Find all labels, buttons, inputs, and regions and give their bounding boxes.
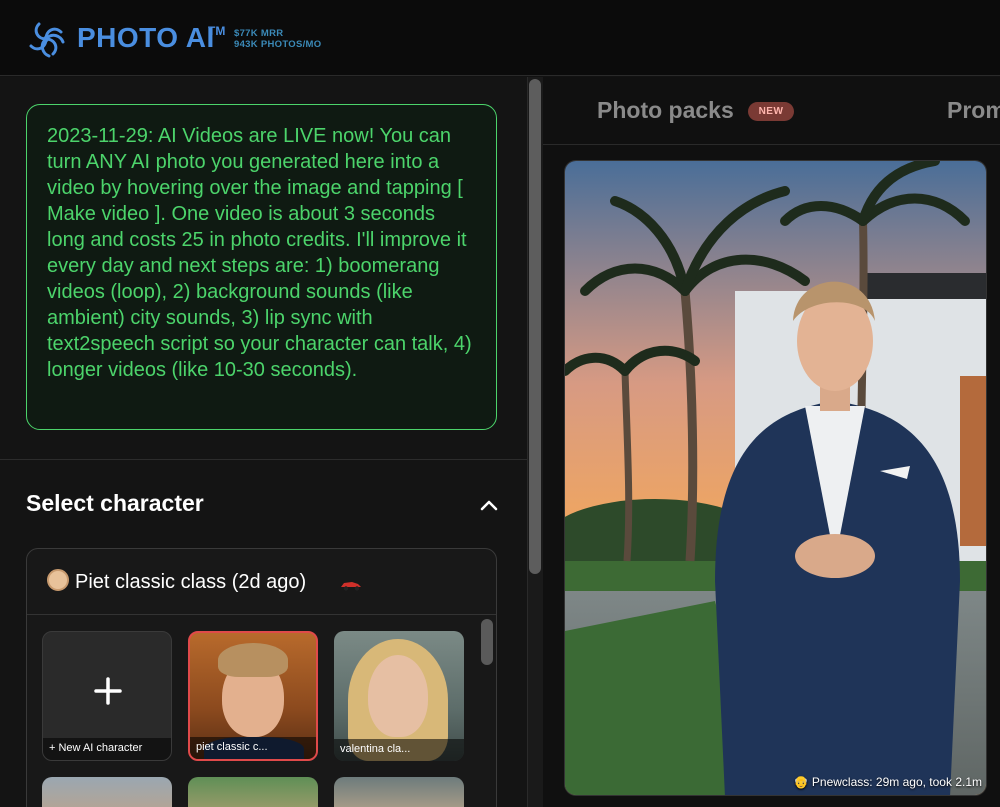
character-label: piet classic c... [190,737,316,759]
character-label: valentina cla... [334,739,464,761]
hair-shape [218,643,288,677]
character-tile[interactable] [42,777,172,807]
stats-block: $77K MRR 943K PHOTOS/MO [234,28,321,50]
new-character-tile[interactable]: + New AI character [42,631,172,761]
tab-prompts[interactable]: Prom [947,97,1000,124]
current-character-name: Piet classic class (2d ago) [75,571,307,593]
photo-caption: 👴 Pnewclass: 29m ago, took 2.1m [793,775,982,789]
spiral-logo-icon[interactable] [25,18,67,60]
chevron-up-icon[interactable] [478,494,500,516]
person-emoji-icon [47,569,69,591]
new-character-label: + New AI character [43,738,171,760]
section-divider [0,459,527,460]
plus-icon [94,677,122,705]
photos-stat: 943K PHOTOS/MO [234,39,322,50]
character-tile[interactable] [188,777,318,807]
left-panel: 2023-11-29: AI Videos are LIVE now! You … [0,77,527,807]
generated-photo[interactable]: 👴 Pnewclass: 29m ago, took 2.1m [564,160,987,796]
character-picker: Piet classic class (2d ago) + New AI cha… [26,548,497,807]
select-character-title: Select character [26,490,204,516]
character-tile[interactable] [334,777,464,807]
tab-bar: Photo packs NEW Prom [543,77,1000,145]
portrait-image [368,655,428,737]
character-tile-piet[interactable]: piet classic c... [188,631,318,761]
app-header: PHOTO AI TM $77K MRR 943K PHOTOS/MO [0,0,1000,76]
mrr-stat: $77K MRR [234,28,284,39]
announcement-box: 2023-11-29: AI Videos are LIVE now! You … [26,104,497,430]
new-badge: NEW [748,102,794,121]
trademark: TM [208,24,226,38]
race-car-icon [341,582,361,591]
tab-photo-packs[interactable]: Photo packs [597,97,734,124]
left-panel-scrollbar-thumb[interactable] [529,79,541,574]
character-tile-valentina[interactable]: valentina cla... [334,631,464,761]
photo-image [565,161,986,795]
character-list-scrollbar[interactable] [481,619,493,665]
announcement-text: 2023-11-29: AI Videos are LIVE now! You … [47,125,472,381]
brand-name[interactable]: PHOTO AI [77,22,215,54]
right-panel: Photo packs NEW Prom 👴 Pnewclass: 29m ag… [543,77,1000,807]
current-character-header[interactable]: Piet classic class (2d ago) [27,549,496,615]
